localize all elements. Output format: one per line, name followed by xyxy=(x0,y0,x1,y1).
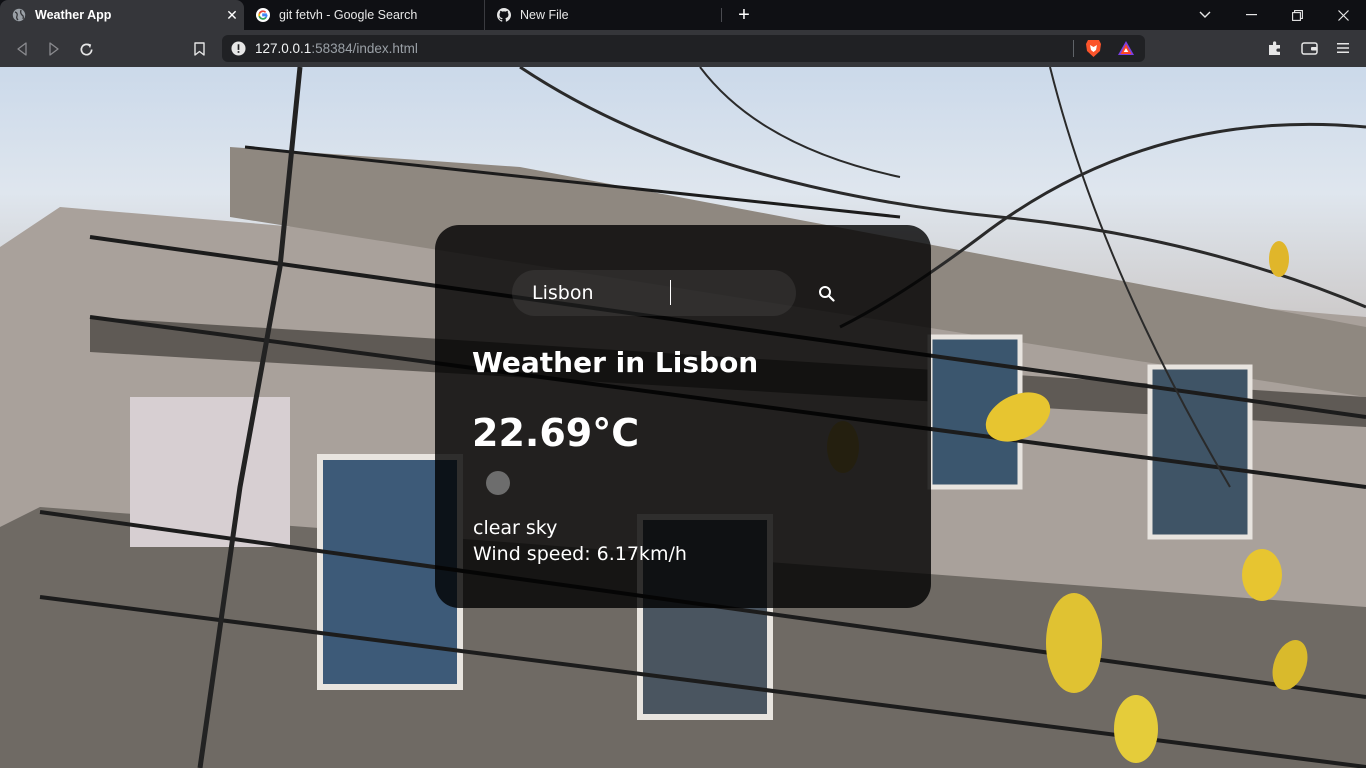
temperature-value: 22.69°C xyxy=(472,411,640,455)
minimize-button[interactable] xyxy=(1228,0,1274,30)
page-viewport: Weather in Lisbon 22.69°C clear sky Wind… xyxy=(0,67,1366,768)
minimize-icon xyxy=(1245,14,1257,16)
info-icon[interactable] xyxy=(231,41,246,56)
city-search-input[interactable] xyxy=(512,270,796,316)
restore-button[interactable] xyxy=(1274,0,1320,30)
tab-separator xyxy=(721,8,722,22)
wallet-button[interactable] xyxy=(1299,38,1319,58)
back-icon xyxy=(17,42,27,56)
tab-new-file[interactable]: New File xyxy=(484,0,722,30)
weather-description: clear sky xyxy=(473,517,558,539)
search-button[interactable] xyxy=(806,273,846,313)
bookmark-button[interactable] xyxy=(188,38,210,60)
omnibox-divider xyxy=(1073,40,1074,57)
tab-google-search[interactable]: git fetvh - Google Search xyxy=(244,0,484,30)
weather-condition-icon xyxy=(486,471,510,495)
tab-title: git fetvh - Google Search xyxy=(279,8,418,22)
tab-search-button[interactable] xyxy=(1182,0,1228,30)
hamburger-menu-icon xyxy=(1337,43,1349,53)
reload-button[interactable] xyxy=(75,38,97,60)
back-button[interactable] xyxy=(11,38,33,60)
brave-shields-button[interactable] xyxy=(1083,38,1103,58)
close-window-button[interactable] xyxy=(1320,0,1366,30)
text-caret xyxy=(670,280,671,305)
search-icon xyxy=(818,285,835,302)
url-text: 127.0.0.1:58384/index.html xyxy=(255,41,418,56)
google-icon xyxy=(256,8,270,22)
wallet-icon xyxy=(1300,42,1318,55)
tab-title: New File xyxy=(520,8,569,22)
new-tab-button[interactable]: + xyxy=(733,3,755,27)
restore-icon xyxy=(1291,9,1303,21)
browser-toolbar: 127.0.0.1:58384/index.html xyxy=(0,30,1366,67)
url-host: 127.0.0.1 xyxy=(255,41,312,56)
tab-title: Weather App xyxy=(35,8,112,22)
close-icon xyxy=(1337,9,1349,21)
forward-button[interactable] xyxy=(43,38,65,60)
browser-tab-strip: Weather App ✕ git fetvh - Google Search … xyxy=(0,0,1366,30)
search-bar xyxy=(512,270,872,316)
weather-card: Weather in Lisbon 22.69°C clear sky Wind… xyxy=(435,225,931,608)
menu-button[interactable] xyxy=(1333,38,1353,58)
chevron-down-icon xyxy=(1199,11,1211,18)
puzzle-icon xyxy=(1269,41,1280,55)
extensions-button[interactable] xyxy=(1265,38,1285,58)
rewards-triangle-icon xyxy=(1118,41,1134,55)
close-icon[interactable]: ✕ xyxy=(224,7,240,23)
city-heading: Weather in Lisbon xyxy=(472,346,759,379)
url-path: :58384/index.html xyxy=(311,41,418,56)
globe-icon xyxy=(12,8,26,22)
brave-lion-icon xyxy=(1085,39,1101,57)
tab-weather-app[interactable]: Weather App ✕ xyxy=(0,0,244,30)
reload-icon xyxy=(80,42,93,55)
forward-icon xyxy=(49,42,59,56)
address-bar[interactable]: 127.0.0.1:58384/index.html xyxy=(222,35,1145,62)
brave-rewards-button[interactable] xyxy=(1116,38,1136,58)
wind-speed: Wind speed: 6.17km/h xyxy=(473,543,687,565)
bookmark-icon xyxy=(193,42,205,56)
github-icon xyxy=(497,8,511,22)
